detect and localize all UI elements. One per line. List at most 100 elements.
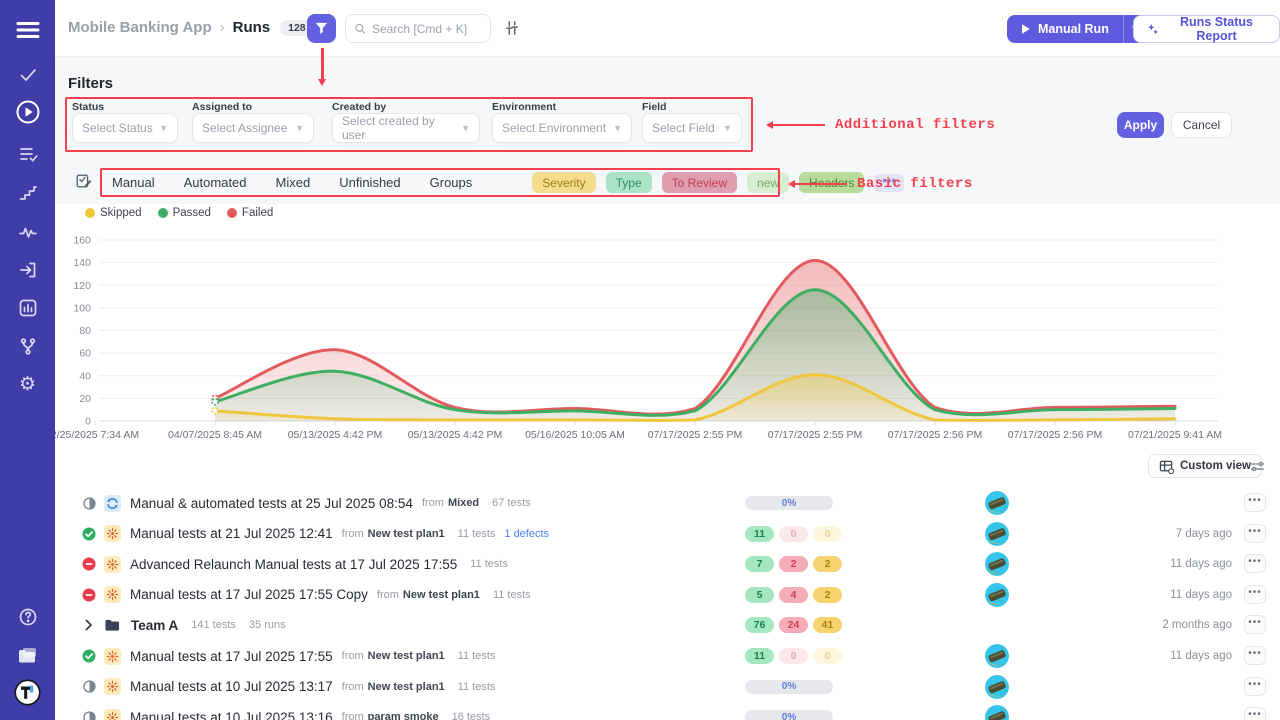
search-settings-icon[interactable] bbox=[503, 19, 521, 42]
run-title[interactable]: Manual tests at 21 Jul 2025 12:41 bbox=[130, 526, 333, 541]
sidebar-gear-icon[interactable]: ⚙ bbox=[0, 371, 55, 397]
expand-chevron-icon[interactable] bbox=[84, 619, 94, 631]
manual-run-button[interactable]: Manual Run bbox=[1007, 15, 1150, 43]
basic-filter-tag-headers[interactable]: Headers bbox=[799, 172, 864, 193]
filter-select-assigned-to[interactable]: Select Assignee▼ bbox=[192, 113, 314, 143]
basic-filter-tag-severity[interactable]: Severity bbox=[532, 172, 595, 193]
run-title[interactable]: Manual & automated tests at 25 Jul 2025 … bbox=[130, 496, 413, 511]
run-title[interactable]: Advanced Relaunch Manual tests at 17 Jul… bbox=[130, 557, 457, 572]
run-row[interactable]: Manual tests at 17 Jul 2025 17:55fromNew… bbox=[55, 641, 1280, 671]
sidebar-import-icon[interactable] bbox=[0, 257, 55, 283]
skipped-count-badge: 0 bbox=[813, 648, 842, 664]
sparkles-icon bbox=[1146, 22, 1159, 37]
run-time: 11 days ago bbox=[1170, 589, 1232, 601]
row-menu-button[interactable]: ••• bbox=[1244, 493, 1266, 512]
from-label: from bbox=[342, 711, 364, 720]
passed-count-badge: 7 bbox=[745, 556, 774, 572]
breadcrumb-project[interactable]: Mobile Banking App bbox=[68, 19, 212, 36]
defects-link[interactable]: 1 defects bbox=[504, 528, 549, 540]
chevron-down-icon: ▼ bbox=[159, 123, 168, 133]
custom-view-button[interactable]: Custom view bbox=[1148, 454, 1262, 478]
basic-filter-tag-to-review[interactable]: To Review bbox=[662, 172, 737, 193]
search-box[interactable] bbox=[345, 14, 491, 43]
sidebar-logo-t-icon[interactable] bbox=[0, 678, 55, 706]
row-menu-button[interactable]: ••• bbox=[1244, 615, 1266, 634]
failed-count-badge: 2 bbox=[779, 556, 808, 572]
legend-item-passed[interactable]: Passed bbox=[158, 207, 211, 219]
search-input[interactable] bbox=[372, 22, 482, 36]
run-row-main: Team A141 tests35 runs bbox=[82, 610, 286, 640]
from-label: from bbox=[422, 497, 444, 509]
sidebar-branch-icon[interactable] bbox=[0, 333, 55, 359]
runs-status-report-button[interactable]: Runs Status Report bbox=[1133, 15, 1280, 43]
basic-filter-unfinished[interactable]: Unfinished bbox=[339, 175, 400, 190]
filter-select-created-by[interactable]: Select created by user▼ bbox=[332, 113, 480, 143]
sidebar-menu-icon[interactable] bbox=[0, 17, 55, 43]
assignee-avatar bbox=[985, 644, 1009, 668]
run-row[interactable]: Advanced Relaunch Manual tests at 17 Jul… bbox=[55, 549, 1280, 579]
legend-item-skipped[interactable]: Skipped bbox=[85, 207, 142, 219]
filter-select-field[interactable]: Select Field▼ bbox=[642, 113, 742, 143]
more-filters-button[interactable]: ••• bbox=[874, 174, 904, 192]
run-title[interactable]: Team A bbox=[131, 618, 178, 633]
run-results: 1100 bbox=[745, 526, 842, 542]
row-menu-button[interactable]: ••• bbox=[1244, 554, 1266, 573]
run-title[interactable]: Manual tests at 10 Jul 2025 13:16 bbox=[130, 710, 333, 720]
run-source: New test plan1 bbox=[368, 681, 445, 693]
run-row[interactable]: Manual tests at 10 Jul 2025 13:17fromNew… bbox=[55, 672, 1280, 702]
skipped-count-badge: 41 bbox=[813, 617, 842, 633]
basic-filter-automated[interactable]: Automated bbox=[184, 175, 247, 190]
failed-count-badge: 0 bbox=[779, 526, 808, 542]
run-results: 762441 bbox=[745, 617, 842, 633]
sidebar-activity-icon[interactable] bbox=[0, 219, 55, 245]
sidebar-report-icon[interactable] bbox=[0, 295, 55, 321]
filter-label-created-by: Created by bbox=[332, 101, 386, 113]
sidebar-steps-icon[interactable] bbox=[0, 180, 55, 206]
sidebar-projects-icon[interactable] bbox=[0, 641, 55, 669]
sidebar-list-check-icon[interactable] bbox=[0, 141, 55, 167]
avatar bbox=[985, 552, 1009, 576]
table-settings-icon[interactable] bbox=[1249, 458, 1266, 480]
legend-item-failed[interactable]: Failed bbox=[227, 207, 273, 219]
sidebar-help-icon[interactable] bbox=[0, 603, 55, 631]
row-menu-button[interactable]: ••• bbox=[1244, 707, 1266, 720]
filter-select-status[interactable]: Select Status▼ bbox=[72, 113, 178, 143]
run-title[interactable]: Manual tests at 10 Jul 2025 13:17 bbox=[130, 679, 333, 694]
filter-toggle-button[interactable] bbox=[307, 14, 336, 43]
avatar bbox=[985, 583, 1009, 607]
status-failed-icon bbox=[82, 588, 96, 602]
x-axis-label: 04/07/2025 8:45 AM bbox=[150, 429, 280, 441]
x-axis-label: 05/13/2025 4:42 PM bbox=[270, 429, 400, 441]
tests-count: 11 tests bbox=[458, 528, 496, 540]
table-view-icon bbox=[1159, 459, 1174, 474]
run-title[interactable]: Manual tests at 17 Jul 2025 17:55 Copy bbox=[130, 587, 368, 602]
run-row[interactable]: Manual & automated tests at 25 Jul 2025 … bbox=[55, 488, 1280, 518]
basic-filter-mixed[interactable]: Mixed bbox=[276, 175, 311, 190]
search-icon bbox=[354, 21, 366, 36]
assignee-avatar bbox=[985, 705, 1009, 720]
row-menu-button[interactable]: ••• bbox=[1244, 524, 1266, 543]
progress-bar: 0% bbox=[745, 710, 833, 720]
run-row[interactable]: Manual tests at 10 Jul 2025 13:16frompar… bbox=[55, 702, 1280, 720]
avatar bbox=[985, 675, 1009, 699]
basic-filter-tag-type[interactable]: Type bbox=[606, 172, 652, 193]
breadcrumb-current-page: Runs bbox=[233, 19, 271, 36]
manual-run-type-icon bbox=[104, 525, 121, 542]
basic-filter-manual[interactable]: Manual bbox=[112, 175, 155, 190]
row-menu-button[interactable]: ••• bbox=[1244, 585, 1266, 604]
sidebar-play-circle-icon[interactable] bbox=[0, 99, 55, 125]
filter-select-environment[interactable]: Select Environment▼ bbox=[492, 113, 632, 143]
bulk-edit-icon[interactable] bbox=[75, 172, 93, 195]
basic-filter-groups[interactable]: Groups bbox=[430, 175, 473, 190]
run-row[interactable]: Manual tests at 21 Jul 2025 12:41fromNew… bbox=[55, 519, 1280, 549]
row-menu-button[interactable]: ••• bbox=[1244, 677, 1266, 696]
run-row[interactable]: Manual tests at 17 Jul 2025 17:55 Copyfr… bbox=[55, 580, 1280, 610]
basic-filter-tag-new[interactable]: new bbox=[747, 172, 789, 193]
apply-button[interactable]: Apply bbox=[1117, 112, 1164, 138]
row-menu-button[interactable]: ••• bbox=[1244, 646, 1266, 665]
sidebar-check-icon[interactable] bbox=[0, 62, 55, 88]
run-row[interactable]: Team A141 tests35 runs7624412 months ago… bbox=[55, 610, 1280, 640]
run-title[interactable]: Manual tests at 17 Jul 2025 17:55 bbox=[130, 649, 333, 664]
skipped-count-badge: 2 bbox=[813, 587, 842, 603]
cancel-button[interactable]: Cancel bbox=[1171, 112, 1232, 138]
